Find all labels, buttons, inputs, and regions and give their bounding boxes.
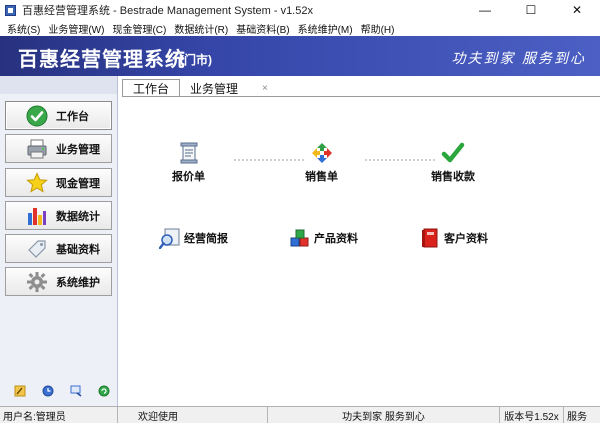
sidebar-item-label: 工作台	[56, 110, 89, 123]
status-service: 服务	[567, 411, 587, 423]
status-user: 用户名:管理员	[0, 406, 118, 423]
shortcut-label: 销售单	[305, 171, 338, 183]
app-title: 百惠经营管理系统	[18, 49, 186, 71]
menu-help[interactable]: 帮助(H)	[357, 21, 399, 36]
status-slogan: 功夫到家 服务到心	[268, 406, 500, 423]
check-circle-icon	[26, 105, 48, 127]
shortcut-label: 销售收款	[431, 171, 475, 183]
quote-shortcut[interactable]: 报价单	[172, 141, 205, 184]
tag-icon	[26, 238, 48, 260]
shortcut-label: 经营简报	[184, 233, 228, 245]
flow-connector	[365, 159, 435, 161]
sidebar: 工作台 业务管理 现金管理 数据统计 基础资料 系统维护	[0, 76, 118, 406]
title-bar: 百惠经营管理系统 - Bestrade Management System - …	[0, 0, 600, 20]
product-data-shortcut[interactable]: 产品资料	[289, 227, 358, 249]
minimize-button[interactable]: —	[462, 0, 508, 20]
menu-maintenance[interactable]: 系统维护(M)	[294, 21, 357, 36]
tab-bar: 工作台 业务管理 ×	[122, 79, 268, 97]
workbench-panel: 报价单 销售单 销售收款 经营简报 产品资料 客户资料	[122, 97, 600, 406]
shortcut-label: 客户资料	[444, 233, 488, 245]
maximize-button[interactable]: ☐	[508, 0, 554, 20]
sidebar-item-maintenance[interactable]: 系统维护	[5, 267, 112, 296]
sidebar-item-workbench[interactable]: 工作台	[5, 101, 112, 130]
menu-statistics[interactable]: 数据统计(R)	[170, 21, 232, 36]
sidebar-header	[0, 76, 117, 94]
menu-business[interactable]: 业务管理(W)	[44, 21, 108, 36]
menu-cash[interactable]: 现金管理(C)	[108, 21, 170, 36]
tab-close-button[interactable]: ×	[262, 83, 268, 94]
status-version: 版本号1.52x	[500, 406, 564, 423]
window-title: 百惠经营管理系统 - Bestrade Management System - …	[22, 5, 313, 17]
clock-icon[interactable]	[41, 384, 55, 398]
sidebar-toolbar	[13, 384, 111, 398]
cubes-icon	[289, 227, 311, 249]
red-book-icon	[419, 227, 441, 249]
menu-bar: 系统(S) 业务管理(W) 现金管理(C) 数据统计(R) 基础资料(B) 系统…	[0, 20, 600, 36]
menu-system[interactable]: 系统(S)	[3, 21, 44, 36]
sidebar-item-basic-data[interactable]: 基础资料	[5, 234, 112, 263]
sidebar-item-label: 基础资料	[56, 243, 100, 256]
cycle-arrows-icon	[310, 141, 334, 165]
menu-basic-data[interactable]: 基础资料(B)	[232, 21, 293, 36]
tab-workbench[interactable]: 工作台	[122, 79, 181, 97]
sidebar-item-label: 数据统计	[56, 210, 100, 223]
tab-business[interactable]: 业务管理	[180, 79, 248, 97]
sidebar-item-statistics[interactable]: 数据统计	[5, 201, 112, 230]
checkmark-icon	[441, 141, 465, 165]
flow-connector	[234, 159, 304, 161]
customer-data-shortcut[interactable]: 客户资料	[419, 227, 488, 249]
document-icon	[177, 141, 201, 165]
star-icon	[26, 171, 48, 194]
business-report-shortcut[interactable]: 经营简报	[159, 227, 228, 249]
edition-label: (门市)	[180, 53, 212, 67]
sidebar-item-label: 业务管理	[56, 143, 100, 156]
refresh-icon[interactable]	[97, 384, 111, 398]
edit-icon[interactable]	[13, 384, 27, 398]
shortcut-label: 报价单	[172, 171, 205, 183]
search-icon[interactable]	[69, 384, 83, 398]
sidebar-item-label: 现金管理	[56, 177, 100, 190]
banner-slogan: 功夫到家 服务到心	[451, 51, 586, 67]
bar-chart-icon	[26, 205, 48, 227]
gear-icon	[26, 271, 48, 293]
status-bar: 用户名:管理员 欢迎使用 功夫到家 服务到心 版本号1.52x 服务	[0, 406, 600, 423]
sidebar-item-label: 系统维护	[56, 276, 100, 289]
sidebar-item-cash[interactable]: 现金管理	[5, 168, 112, 197]
header-banner: 百惠经营管理系统 (门市) 功夫到家 服务到心	[0, 36, 600, 76]
shortcut-label: 产品资料	[314, 233, 358, 245]
app-icon	[5, 4, 16, 16]
sales-order-shortcut[interactable]: 销售单	[305, 141, 338, 184]
close-button[interactable]: ✕	[554, 0, 600, 20]
sales-receipt-shortcut[interactable]: 销售收款	[431, 141, 475, 184]
magnifier-report-icon	[159, 227, 181, 249]
printer-icon	[26, 138, 48, 160]
window-controls: — ☐ ✕	[462, 0, 600, 20]
sidebar-item-business[interactable]: 业务管理	[5, 134, 112, 163]
status-welcome: 欢迎使用	[118, 406, 268, 423]
